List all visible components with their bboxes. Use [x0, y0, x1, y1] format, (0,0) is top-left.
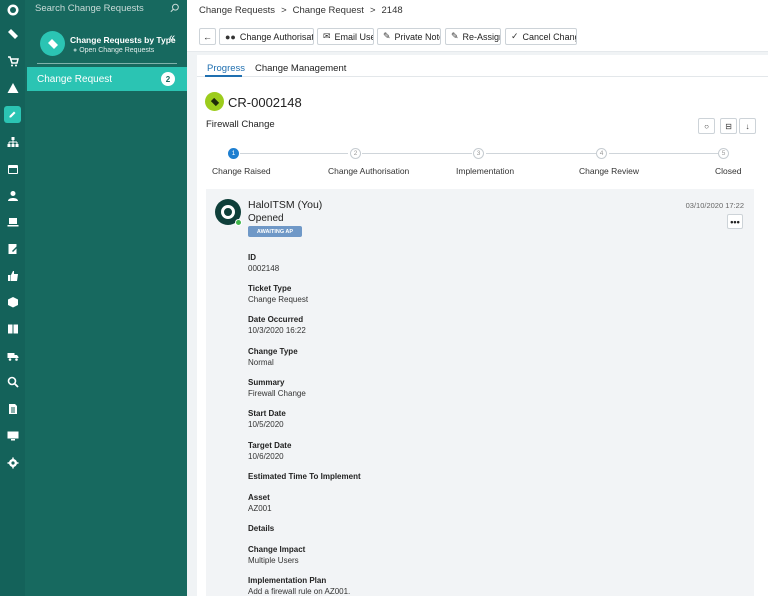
settings-icon[interactable]: [0, 453, 25, 473]
field-ticket-type: Ticket Type Change Request: [248, 284, 309, 304]
group-subtitle[interactable]: ● Open Change Requests: [73, 47, 154, 54]
group-title: Change Requests by Type: [70, 35, 176, 45]
field-date-occurred: Date Occurred 10/3/2020 16:22: [248, 315, 306, 335]
box-icon[interactable]: [0, 292, 25, 312]
active-tab-indicator: [205, 75, 242, 77]
step-1-dot: 1: [228, 148, 239, 159]
cancel-change-button[interactable]: ✓ Cancel Change: [505, 28, 577, 45]
ticket-icon: [40, 31, 65, 56]
breadcrumb-ticket-number: 2148: [381, 4, 403, 16]
category-item-change-request[interactable]: Change Request 2: [27, 67, 187, 91]
avatar: [215, 199, 242, 226]
ticket-summary: Firewall Change: [206, 119, 275, 130]
step-4-label: Change Review: [579, 166, 640, 176]
action-date: 03/10/2020 17:22: [685, 201, 744, 210]
user-icon[interactable]: [0, 186, 25, 206]
step-connector: [240, 153, 348, 154]
org-chart-icon[interactable]: [0, 132, 25, 152]
action-status: Opened: [248, 213, 284, 224]
change-authorisation-button[interactable]: ●● Change Authorisati...: [219, 28, 314, 45]
edit-icon[interactable]: [0, 104, 25, 124]
breadcrumb-change-request[interactable]: Change Request: [293, 5, 364, 16]
step-3-label: Implementation: [456, 166, 515, 176]
change-requests-panel: Search Change Requests Change Requests b…: [25, 0, 187, 596]
field-target-date: Target Date 10/6/2020: [248, 441, 292, 461]
more-options-button[interactable]: •••: [727, 214, 743, 229]
ticket-id: CR-0002148: [228, 95, 302, 110]
category-label: Change Request: [37, 73, 113, 85]
field-details: Details: [248, 524, 275, 533]
step-connector: [486, 153, 596, 154]
breadcrumb-separator: >: [281, 4, 287, 16]
online-status-dot: [235, 219, 242, 226]
book-icon[interactable]: [0, 319, 25, 339]
tab-change-management[interactable]: Change Management: [255, 63, 346, 74]
download-icon[interactable]: ↓: [739, 118, 756, 134]
step-4-dot: 4: [596, 148, 607, 159]
field-id: ID 0002148: [248, 253, 280, 273]
field-asset: Asset AZ001: [248, 493, 272, 513]
back-button[interactable]: ←: [199, 28, 216, 45]
warning-icon[interactable]: [0, 78, 25, 98]
search-icon[interactable]: [0, 372, 25, 392]
search-input[interactable]: Search Change Requests: [35, 3, 167, 14]
cart-icon[interactable]: [0, 51, 25, 71]
tab-progress[interactable]: Progress: [207, 63, 245, 74]
progress-stepper: 1 2 3 4 5 Change Raised Change Authorisa…: [197, 148, 768, 178]
users-icon: ●●: [225, 31, 236, 42]
step-5-label: Closed: [715, 166, 742, 176]
reassign-button[interactable]: ✎ Re-Assign: [445, 28, 501, 45]
field-change-type: Change Type Normal: [248, 347, 298, 367]
halo-logo-icon[interactable]: [0, 0, 25, 20]
step-connector: [609, 153, 719, 154]
document-icon[interactable]: [0, 399, 25, 419]
search-box[interactable]: Search Change Requests: [25, 0, 187, 16]
step-2-label: Change Authorisation: [328, 166, 410, 176]
print-icon[interactable]: ⊟: [720, 118, 737, 134]
private-note-button[interactable]: ✎ Private Note: [377, 28, 441, 45]
action-toolbar: ← ●● Change Authorisati... ✉ Email User …: [187, 20, 768, 52]
status-badge: AWAITING AP: [248, 226, 302, 237]
group-header: Change Requests by Type ● Open Change Re…: [37, 28, 189, 60]
envelope-icon: ✉: [323, 31, 331, 41]
count-badge: 2: [161, 72, 175, 86]
tab-bar: Progress Change Management: [197, 55, 768, 77]
breadcrumb-change-requests[interactable]: Change Requests: [199, 5, 275, 16]
laptop-icon[interactable]: [0, 212, 25, 232]
thumbs-up-icon[interactable]: [0, 266, 25, 286]
calendar-icon[interactable]: [0, 159, 25, 179]
field-start-date: Start Date 10/5/2020: [248, 409, 286, 429]
step-5-dot: 5: [718, 148, 729, 159]
search-icon[interactable]: [167, 0, 183, 16]
ticket-type-icon: [205, 92, 224, 111]
pin-icon: ●: [73, 47, 78, 54]
collapse-icon[interactable]: «: [169, 32, 175, 44]
field-estimated-time: Estimated Time To Implement: [248, 472, 361, 481]
field-summary: Summary Firewall Change: [248, 378, 306, 398]
ticket-card: Progress Change Management CR-0002148 Fi…: [197, 55, 768, 596]
step-1-label: Change Raised: [212, 166, 271, 176]
breadcrumb-separator: >: [369, 4, 376, 16]
reassign-icon: ✎: [451, 31, 459, 41]
truck-icon[interactable]: [0, 346, 25, 366]
monitor-icon[interactable]: [0, 426, 25, 446]
action-author: HaloITSM (You): [248, 199, 323, 211]
check-icon: ✓: [511, 31, 519, 41]
email-user-button[interactable]: ✉ Email User: [317, 28, 374, 45]
action-entry: HaloITSM (You) Opened AWAITING AP 03/10/…: [206, 189, 754, 596]
chat-icon[interactable]: ○: [698, 118, 715, 134]
arrow-left-icon: ←: [203, 31, 212, 42]
ticket-icon[interactable]: [0, 24, 25, 44]
breadcrumb: Change Requests > Change Request > 2148: [187, 0, 768, 20]
field-change-impact: Change Impact Multiple Users: [248, 545, 306, 565]
note-icon: ✎: [383, 31, 391, 41]
icon-rail: [0, 0, 25, 596]
divider: [37, 63, 177, 64]
step-3-dot: 3: [473, 148, 484, 159]
step-connector: [362, 153, 472, 154]
step-2-dot: 2: [350, 148, 361, 159]
field-implementation-plan: Implementation Plan Add a firewall rule …: [248, 576, 351, 596]
note-icon[interactable]: [0, 239, 25, 259]
